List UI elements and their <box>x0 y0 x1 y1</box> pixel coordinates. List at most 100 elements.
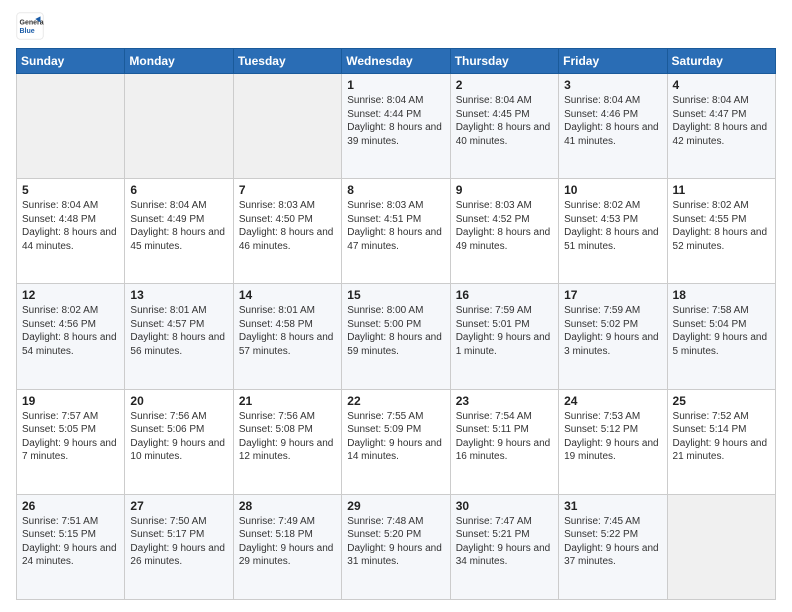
week-row-4: 19 Sunrise: 7:57 AM Sunset: 5:05 PM Dayli… <box>17 389 776 494</box>
svg-text:Blue: Blue <box>20 28 35 35</box>
cell-day-number: 7 <box>239 183 336 197</box>
cell-info-text: Sunrise: 8:03 AM Sunset: 4:50 PM Dayligh… <box>239 199 336 253</box>
cell-day-number: 25 <box>673 394 770 408</box>
calendar-cell: 29Sunrise: 7:48 AM Sunset: 5:20 PM Dayli… <box>342 494 450 599</box>
weekday-header-tuesday: Tuesday <box>233 49 341 74</box>
cell-day-number: 16 <box>456 288 553 302</box>
cell-info-text: Sunrise: 8:02 AM Sunset: 4:56 PM Dayligh… <box>22 304 119 358</box>
cell-day-number: 22 <box>347 394 444 408</box>
cell-day-number: 6 <box>130 183 227 197</box>
week-row-5: 26Sunrise: 7:51 AM Sunset: 5:15 PM Dayli… <box>17 494 776 599</box>
calendar-cell: 9Sunrise: 8:03 AM Sunset: 4:52 PM Daylig… <box>450 179 558 284</box>
cell-info-text: Sunrise: 7:58 AM Sunset: 5:04 PM Dayligh… <box>673 304 770 358</box>
cell-day-number: 29 <box>347 499 444 513</box>
cell-day-number: 15 <box>347 288 444 302</box>
calendar-cell <box>125 74 233 179</box>
cell-day-number: 9 <box>456 183 553 197</box>
cell-info-text: Sunrise: 8:00 AM Sunset: 5:00 PM Dayligh… <box>347 304 444 358</box>
week-row-3: 12 Sunrise: 8:02 AM Sunset: 4:56 PM Dayli… <box>17 284 776 389</box>
calendar-cell <box>233 74 341 179</box>
cell-day-number: 2 <box>456 78 553 92</box>
cell-day-number: 19 <box>22 394 119 408</box>
header: General Blue <box>16 12 776 40</box>
cell-info-text: Sunrise: 7:57 AM Sunset: 5:05 PM Dayligh… <box>22 410 119 464</box>
cell-info-text: Sunrise: 8:04 AM Sunset: 4:49 PM Dayligh… <box>130 199 227 253</box>
weekday-header-friday: Friday <box>559 49 667 74</box>
calendar-cell: 6 Sunrise: 8:04 AM Sunset: 4:49 PM Daylig… <box>125 179 233 284</box>
calendar-cell: 10Sunrise: 8:02 AM Sunset: 4:53 PM Dayli… <box>559 179 667 284</box>
calendar-cell: 5 Sunrise: 8:04 AM Sunset: 4:48 PM Daylig… <box>17 179 125 284</box>
week-row-2: 5 Sunrise: 8:04 AM Sunset: 4:48 PM Daylig… <box>17 179 776 284</box>
calendar-cell: 1 Sunrise: 8:04 AM Sunset: 4:44 PM Daylig… <box>342 74 450 179</box>
cell-day-number: 14 <box>239 288 336 302</box>
cell-day-number: 28 <box>239 499 336 513</box>
calendar: SundayMondayTuesdayWednesdayThursdayFrid… <box>16 48 776 600</box>
cell-info-text: Sunrise: 7:52 AM Sunset: 5:14 PM Dayligh… <box>673 410 770 464</box>
cell-info-text: Sunrise: 8:01 AM Sunset: 4:58 PM Dayligh… <box>239 304 336 358</box>
logo: General Blue <box>16 12 48 40</box>
cell-day-number: 23 <box>456 394 553 408</box>
cell-info-text: Sunrise: 7:49 AM Sunset: 5:18 PM Dayligh… <box>239 515 336 569</box>
cell-info-text: Sunrise: 7:56 AM Sunset: 5:08 PM Dayligh… <box>239 410 336 464</box>
weekday-header-wednesday: Wednesday <box>342 49 450 74</box>
calendar-cell: 25 Sunrise: 7:52 AM Sunset: 5:14 PM Dayli… <box>667 389 775 494</box>
cell-day-number: 11 <box>673 183 770 197</box>
cell-day-number: 12 <box>22 288 119 302</box>
calendar-cell: 4Sunrise: 8:04 AM Sunset: 4:47 PM Daylig… <box>667 74 775 179</box>
calendar-header: SundayMondayTuesdayWednesdayThursdayFrid… <box>17 49 776 74</box>
cell-day-number: 30 <box>456 499 553 513</box>
weekday-header-saturday: Saturday <box>667 49 775 74</box>
calendar-cell: 23 Sunrise: 7:54 AM Sunset: 5:11 PM Dayli… <box>450 389 558 494</box>
calendar-cell: 31 Sunrise: 7:45 AM Sunset: 5:22 PM Dayli… <box>559 494 667 599</box>
cell-info-text: Sunrise: 8:04 AM Sunset: 4:48 PM Dayligh… <box>22 199 119 253</box>
cell-info-text: Sunrise: 7:55 AM Sunset: 5:09 PM Dayligh… <box>347 410 444 464</box>
calendar-cell: 21Sunrise: 7:56 AM Sunset: 5:08 PM Dayli… <box>233 389 341 494</box>
cell-info-text: Sunrise: 8:04 AM Sunset: 4:44 PM Dayligh… <box>347 94 444 148</box>
cell-info-text: Sunrise: 7:56 AM Sunset: 5:06 PM Dayligh… <box>130 410 227 464</box>
cell-info-text: Sunrise: 7:59 AM Sunset: 5:01 PM Dayligh… <box>456 304 553 358</box>
week-row-1: 1 Sunrise: 8:04 AM Sunset: 4:44 PM Daylig… <box>17 74 776 179</box>
cell-day-number: 31 <box>564 499 661 513</box>
calendar-cell: 28 Sunrise: 7:49 AM Sunset: 5:18 PM Dayli… <box>233 494 341 599</box>
cell-day-number: 17 <box>564 288 661 302</box>
cell-day-number: 3 <box>564 78 661 92</box>
weekday-header-monday: Monday <box>125 49 233 74</box>
cell-day-number: 18 <box>673 288 770 302</box>
calendar-cell: 16 Sunrise: 7:59 AM Sunset: 5:01 PM Dayli… <box>450 284 558 389</box>
cell-day-number: 26 <box>22 499 119 513</box>
calendar-cell: 2 Sunrise: 8:04 AM Sunset: 4:45 PM Daylig… <box>450 74 558 179</box>
calendar-cell: 3Sunrise: 8:04 AM Sunset: 4:46 PM Daylig… <box>559 74 667 179</box>
calendar-cell <box>667 494 775 599</box>
cell-day-number: 20 <box>130 394 227 408</box>
weekday-header-row: SundayMondayTuesdayWednesdayThursdayFrid… <box>17 49 776 74</box>
cell-info-text: Sunrise: 7:45 AM Sunset: 5:22 PM Dayligh… <box>564 515 661 569</box>
cell-info-text: Sunrise: 8:02 AM Sunset: 4:53 PM Dayligh… <box>564 199 661 253</box>
cell-info-text: Sunrise: 8:01 AM Sunset: 4:57 PM Dayligh… <box>130 304 227 358</box>
cell-day-number: 4 <box>673 78 770 92</box>
calendar-cell: 18 Sunrise: 7:58 AM Sunset: 5:04 PM Dayli… <box>667 284 775 389</box>
calendar-cell: 24Sunrise: 7:53 AM Sunset: 5:12 PM Dayli… <box>559 389 667 494</box>
calendar-cell: 13Sunrise: 8:01 AM Sunset: 4:57 PM Dayli… <box>125 284 233 389</box>
cell-info-text: Sunrise: 8:03 AM Sunset: 4:51 PM Dayligh… <box>347 199 444 253</box>
calendar-cell: 7 Sunrise: 8:03 AM Sunset: 4:50 PM Daylig… <box>233 179 341 284</box>
cell-info-text: Sunrise: 7:59 AM Sunset: 5:02 PM Dayligh… <box>564 304 661 358</box>
calendar-cell <box>17 74 125 179</box>
cell-day-number: 5 <box>22 183 119 197</box>
calendar-cell: 19 Sunrise: 7:57 AM Sunset: 5:05 PM Dayli… <box>17 389 125 494</box>
cell-info-text: Sunrise: 7:50 AM Sunset: 5:17 PM Dayligh… <box>130 515 227 569</box>
calendar-cell: 15 Sunrise: 8:00 AM Sunset: 5:00 PM Dayli… <box>342 284 450 389</box>
page: General Blue SundayMondayTuesdayWednesda… <box>0 0 792 612</box>
cell-info-text: Sunrise: 7:53 AM Sunset: 5:12 PM Dayligh… <box>564 410 661 464</box>
calendar-cell: 11Sunrise: 8:02 AM Sunset: 4:55 PM Dayli… <box>667 179 775 284</box>
calendar-cell: 27Sunrise: 7:50 AM Sunset: 5:17 PM Dayli… <box>125 494 233 599</box>
cell-day-number: 1 <box>347 78 444 92</box>
calendar-cell: 26Sunrise: 7:51 AM Sunset: 5:15 PM Dayli… <box>17 494 125 599</box>
calendar-cell: 14 Sunrise: 8:01 AM Sunset: 4:58 PM Dayli… <box>233 284 341 389</box>
weekday-header-thursday: Thursday <box>450 49 558 74</box>
calendar-cell: 22 Sunrise: 7:55 AM Sunset: 5:09 PM Dayli… <box>342 389 450 494</box>
cell-info-text: Sunrise: 7:54 AM Sunset: 5:11 PM Dayligh… <box>456 410 553 464</box>
cell-day-number: 8 <box>347 183 444 197</box>
calendar-cell: 12 Sunrise: 8:02 AM Sunset: 4:56 PM Dayli… <box>17 284 125 389</box>
cell-info-text: Sunrise: 8:04 AM Sunset: 4:45 PM Dayligh… <box>456 94 553 148</box>
calendar-cell: 30Sunrise: 7:47 AM Sunset: 5:21 PM Dayli… <box>450 494 558 599</box>
